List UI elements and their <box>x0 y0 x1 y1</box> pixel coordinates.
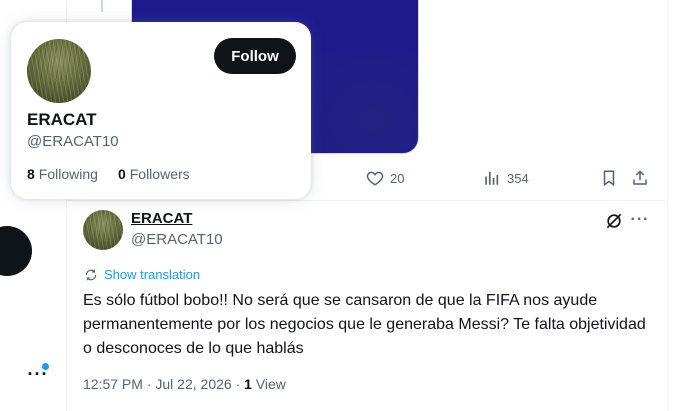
show-translation-link[interactable]: Show translation <box>84 267 200 282</box>
show-translation-label: Show translation <box>104 267 201 282</box>
more-icon[interactable]: ··· <box>629 210 651 230</box>
share-icon <box>633 170 647 185</box>
bookmark-icon <box>603 170 615 187</box>
following-label: Following <box>38 166 98 182</box>
like-button[interactable]: 20 <box>366 169 404 187</box>
following-link[interactable]: 8 Following <box>27 166 98 182</box>
notification-dot <box>42 363 49 370</box>
followers-count: 0 <box>117 166 126 182</box>
like-count: 20 <box>390 170 405 186</box>
reply-time[interactable]: 12:57 PM <box>83 376 143 392</box>
thread-line <box>101 0 103 12</box>
reply-views-count: 1 <box>244 376 252 392</box>
views-count: 354 <box>507 170 529 186</box>
hover-card-avatar[interactable] <box>27 39 91 103</box>
reply-avatar[interactable] <box>83 210 123 250</box>
reply-text: Es sólo fútbol bobo!! No será que se can… <box>83 292 646 357</box>
reply-meta: 12:57 PM · Jul 22, 2026 · 1 View <box>83 376 286 392</box>
hover-card-name[interactable]: ERACAT <box>27 110 97 130</box>
grok-icon[interactable] <box>604 211 624 231</box>
views-button[interactable]: 354 <box>483 169 529 187</box>
translate-icon <box>85 269 97 280</box>
post-divider <box>67 200 665 201</box>
views-icon <box>485 172 499 185</box>
media-shade <box>292 50 418 153</box>
following-count: 8 <box>27 166 35 182</box>
bookmark-button[interactable] <box>600 169 618 187</box>
heart-icon <box>366 171 384 186</box>
follow-button[interactable]: Follow <box>214 38 296 74</box>
hover-card-stats: 8 Following 0 Followers <box>27 166 190 182</box>
followers-label: Followers <box>129 166 190 182</box>
hover-card-handle[interactable]: @ERACAT10 <box>27 133 119 150</box>
meta-separator: · <box>235 376 245 392</box>
profile-hover-card: Follow ERACAT @ERACAT10 8 Following 0 Foll… <box>11 22 311 199</box>
app-canvas: ··· 20 354 ERACAT @ERACAT10 ··· Show tra… <box>0 0 676 411</box>
followers-link[interactable]: 0 Followers <box>118 166 190 182</box>
reply-author-handle[interactable]: @ERACAT10 <box>131 231 223 248</box>
reply-date[interactable]: Jul 22, 2026 <box>155 376 231 392</box>
share-button[interactable] <box>631 169 649 187</box>
reply-views-label: View <box>255 376 286 392</box>
sidebar-post-button[interactable] <box>0 226 32 276</box>
reply-author-name[interactable]: ERACAT <box>131 210 192 227</box>
